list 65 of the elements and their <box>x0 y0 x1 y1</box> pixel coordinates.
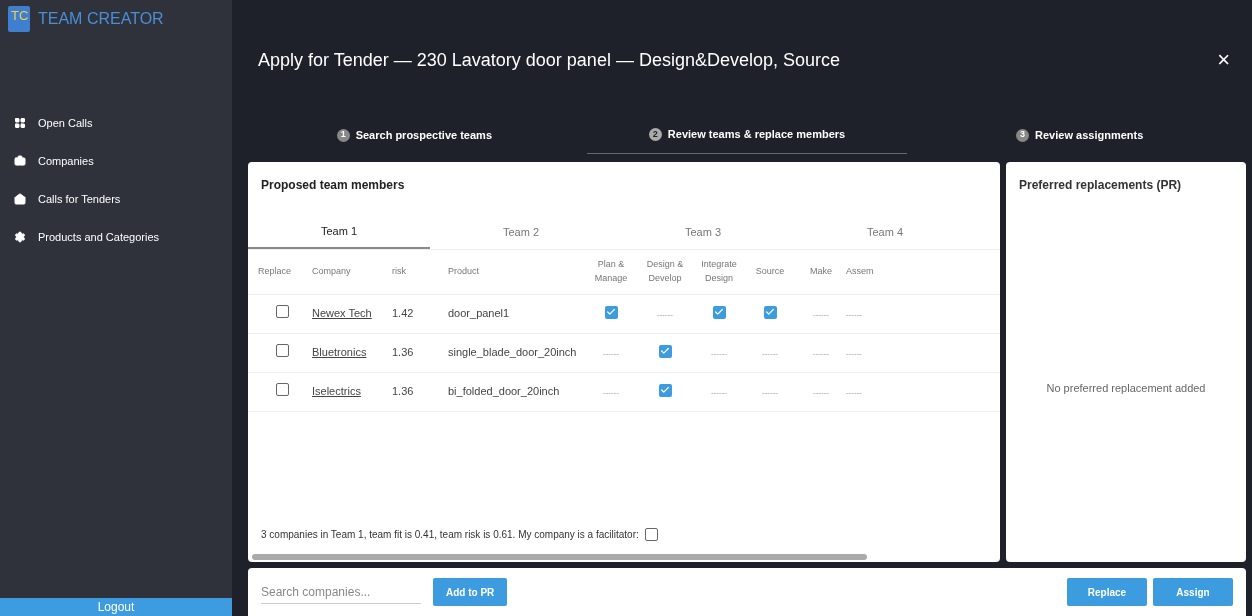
company-link[interactable]: Iselectrics <box>312 385 361 398</box>
empty-role: ------ <box>813 349 829 359</box>
empty-role: ------ <box>603 388 619 398</box>
scrollbar-thumb[interactable] <box>252 554 867 560</box>
empty-role: ------ <box>846 349 862 359</box>
role-checkbox[interactable] <box>763 305 777 319</box>
role-checkbox[interactable] <box>658 344 672 358</box>
close-button[interactable]: × <box>1217 49 1230 71</box>
role-checkbox[interactable] <box>658 383 672 397</box>
empty-role: ------ <box>846 388 862 398</box>
column-header: Assem <box>846 265 875 278</box>
empty-role: ------ <box>711 349 727 359</box>
panel-title: Preferred replacements (PR) <box>1018 177 1183 194</box>
empty-role: ------ <box>657 310 673 320</box>
risk-value: 1.36 <box>392 385 414 398</box>
replace-checkbox[interactable] <box>276 343 289 357</box>
facilitator-checkbox[interactable] <box>644 528 658 541</box>
column-header: Product <box>448 265 480 278</box>
product-name: bi_folded_door_20inch <box>448 385 560 398</box>
empty-role: ------ <box>762 349 778 359</box>
empty-role: ------ <box>762 388 778 398</box>
sidebar-item[interactable]: Open Calls <box>0 110 232 136</box>
column-header: Make <box>810 265 832 278</box>
column-header: Integrate Design <box>700 258 738 285</box>
panel-title: Proposed team members <box>260 177 406 194</box>
stepper-step[interactable]: 2 Review teams & replace members <box>586 116 908 154</box>
team-tab[interactable]: Team 3 <box>612 216 794 249</box>
dialog-title: Apply for Tender — 230 Lavatory door panel — Design&Develop, Source <box>258 48 840 72</box>
column-header: Source <box>755 265 785 278</box>
search-field[interactable]: Search companies... <box>261 580 421 604</box>
company-link[interactable]: Newex Tech <box>312 307 372 320</box>
empty-role: ------ <box>846 310 862 320</box>
column-header: Design & Develop <box>645 258 685 285</box>
column-header: Company <box>312 265 351 278</box>
team-summary: 3 companies in Team 1, team fit is 0.41, team risk is 0.61. My company is a facilitator: <box>261 528 639 542</box>
stepper-step[interactable]: 1 Search prospective teams <box>254 116 575 154</box>
gear-icon <box>14 231 26 243</box>
sidebar-item[interactable]: Calls for Tenders <box>0 186 232 212</box>
sidebar-item[interactable]: Companies <box>0 148 232 174</box>
product-name: single_blade_door_20inch <box>448 346 577 359</box>
risk-value: 1.36 <box>392 346 414 359</box>
empty-role: ------ <box>813 388 829 398</box>
empty-role: ------ <box>603 349 619 359</box>
company-link[interactable]: Bluetronics <box>312 346 367 359</box>
product-name: door_panel1 <box>448 307 510 320</box>
empty-role: ------ <box>711 388 727 398</box>
briefcase-icon <box>14 155 26 167</box>
team-tab[interactable]: Team 2 <box>430 216 612 249</box>
team-tab[interactable]: Team 1 <box>248 216 430 249</box>
grid-icon <box>14 117 26 129</box>
empty-message: No preferred replacement added <box>1045 381 1207 396</box>
replace-checkbox[interactable] <box>276 304 289 318</box>
stepper-step[interactable]: 3 Review assignments <box>919 116 1240 154</box>
sidebar-item[interactable]: Products and Categories <box>0 224 232 250</box>
app-logo: TC <box>8 6 30 32</box>
role-checkbox[interactable] <box>712 305 726 319</box>
role-checkbox[interactable] <box>604 305 618 319</box>
replace-checkbox[interactable] <box>276 382 289 396</box>
team-tab[interactable]: Team 4 <box>794 216 976 249</box>
risk-value: 1.42 <box>392 307 414 320</box>
column-header: Replace <box>258 265 292 278</box>
column-header: Plan & Manage <box>593 258 629 285</box>
app-name: TEAM CREATOR <box>38 9 164 29</box>
column-header: risk <box>392 265 406 278</box>
empty-role: ------ <box>813 310 829 320</box>
